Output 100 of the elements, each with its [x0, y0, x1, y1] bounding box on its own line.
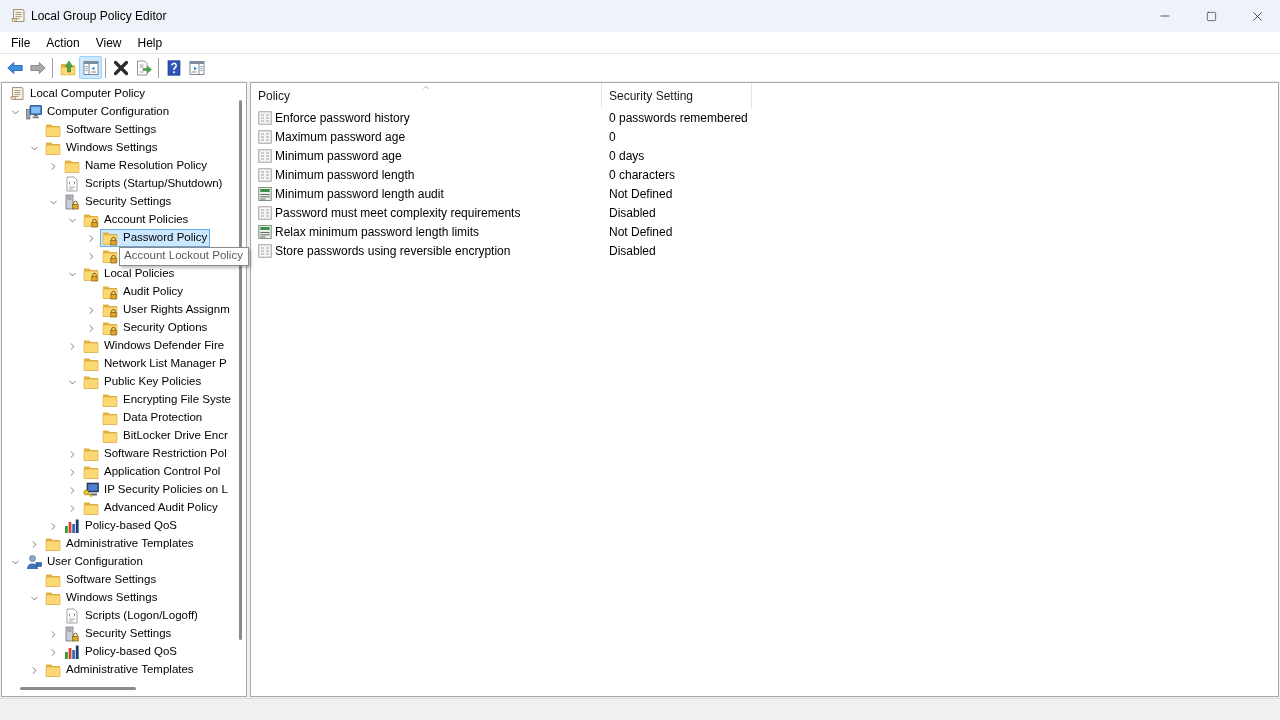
scrollbar-thumb[interactable] — [20, 686, 136, 690]
tree-item[interactable]: Account Policies — [81, 211, 192, 229]
folder-icon — [102, 410, 118, 426]
tree-item[interactable]: Administrative Templates — [43, 661, 197, 679]
tree-item[interactable]: Name Resolution Policy — [62, 157, 211, 175]
audit-document-icon — [258, 186, 272, 201]
policy-name: Minimum password age — [275, 147, 402, 165]
server-lock-icon — [64, 626, 80, 642]
policy-document-icon — [258, 129, 272, 144]
locked-folder-icon — [102, 320, 118, 336]
tree-item[interactable]: Policy-based QoS — [62, 643, 181, 661]
scroll-icon — [10, 8, 26, 24]
forward-arrow-icon — [29, 59, 46, 76]
maximize-icon — [1205, 10, 1217, 22]
tree-item[interactable]: Encrypting File Syste — [100, 391, 234, 409]
security-setting-value: 0 days — [608, 147, 646, 165]
tree-item[interactable]: Local Policies — [81, 265, 178, 283]
script-document-icon — [64, 176, 80, 192]
tree-item[interactable]: Audit Policy — [100, 283, 187, 301]
policy-name: Relax minimum password length limits — [275, 223, 480, 241]
policy-name: Store passwords using reversible encryption — [275, 242, 511, 260]
tree-item[interactable]: Security Settings — [62, 625, 175, 643]
tree-item[interactable]: Scripts (Logon/Logoff) — [62, 607, 201, 625]
tree-item[interactable]: Public Key Policies — [81, 373, 205, 391]
column-header[interactable]: Policy — [251, 83, 602, 108]
bar-chart-icon — [64, 518, 80, 534]
folder-icon — [83, 338, 99, 354]
monitor-key-icon — [83, 482, 99, 498]
tree-item[interactable]: Windows Defender Fire — [81, 337, 228, 355]
folder-icon — [45, 572, 61, 588]
tree-item[interactable]: Policy-based QoS — [62, 517, 181, 535]
tree-item[interactable]: Account Lockout Policy — [100, 247, 252, 265]
folder-icon — [102, 392, 118, 408]
tree-item[interactable]: Application Control Pol — [81, 463, 224, 481]
tree-item[interactable]: Software Settings — [43, 121, 160, 139]
policy-document-icon — [258, 110, 272, 125]
export-list-icon — [135, 59, 152, 76]
column-header[interactable]: Security Setting — [602, 83, 752, 108]
locked-folder-icon — [102, 284, 118, 300]
tree-item[interactable]: Computer Configuration — [24, 103, 173, 121]
security-setting-value: Disabled — [608, 204, 657, 222]
folder-icon — [45, 590, 61, 606]
folder-icon — [64, 158, 80, 174]
window-title: Local Group Policy Editor — [31, 8, 167, 25]
tree-item[interactable]: Network List Manager P — [81, 355, 230, 373]
folder-icon — [83, 374, 99, 390]
folder-icon — [45, 536, 61, 552]
folder-icon — [45, 122, 61, 138]
menu-item[interactable]: File — [3, 32, 39, 53]
tree-item[interactable]: Data Protection — [100, 409, 206, 427]
back-arrow-icon — [6, 59, 23, 76]
tree-item[interactable]: Scripts (Startup/Shutdown) — [62, 175, 226, 193]
policy-name: Password must meet complexity requirements — [275, 204, 521, 222]
security-setting-value: Not Defined — [608, 185, 674, 203]
policy-document-icon — [258, 148, 272, 163]
tree-item[interactable]: Administrative Templates — [43, 535, 197, 553]
sort-ascending-icon — [421, 83, 431, 92]
security-setting-value: Disabled — [608, 242, 657, 260]
help-icon — [165, 59, 182, 76]
split-window-icon — [82, 59, 99, 76]
tree-item[interactable]: Software Settings — [43, 571, 160, 589]
computer-icon — [26, 104, 42, 120]
tooltip: Account Lockout Policy — [119, 246, 249, 266]
locked-folder-icon — [102, 302, 118, 318]
tree-item[interactable]: Advanced Audit Policy — [81, 499, 221, 517]
tree-item[interactable]: Local Computer Policy — [7, 85, 149, 103]
folder-up-icon — [59, 59, 76, 76]
audit-document-icon — [258, 224, 272, 239]
policy-name: Minimum password length audit — [275, 185, 444, 203]
tree-item[interactable]: Windows Settings — [43, 589, 161, 607]
tree-item[interactable]: User Rights Assignm — [100, 301, 233, 319]
folder-icon — [83, 500, 99, 516]
menu-item[interactable]: Action — [38, 32, 88, 53]
policy-name: Maximum password age — [275, 128, 406, 146]
locked-folder-icon — [83, 212, 99, 228]
tree-item[interactable]: Software Restriction Pol — [81, 445, 230, 463]
policy-document-icon — [258, 243, 272, 258]
tree-item[interactable]: Windows Settings — [43, 139, 161, 157]
bar-chart-icon — [64, 644, 80, 660]
folder-icon — [45, 662, 61, 678]
menu-item[interactable]: View — [87, 32, 130, 53]
folder-icon — [83, 356, 99, 372]
window-side-pane-icon — [188, 59, 205, 76]
folder-icon — [45, 140, 61, 156]
menu-item[interactable]: Help — [129, 32, 171, 53]
tree-item[interactable]: IP Security Policies on L — [81, 481, 231, 499]
tree-item[interactable]: User Configuration — [24, 553, 146, 571]
policy-name: Minimum password length — [275, 166, 415, 184]
tree-item[interactable]: BitLocker Drive Encr — [100, 427, 231, 445]
locked-folder-icon — [83, 266, 99, 282]
security-setting-value: Not Defined — [608, 223, 674, 241]
script-document-icon — [64, 608, 80, 624]
tree-item[interactable]: Security Options — [100, 319, 211, 337]
delete-icon — [112, 59, 129, 76]
tree-item[interactable]: Password Policy — [100, 229, 211, 247]
locked-folder-icon — [102, 248, 118, 264]
security-setting-value: 0 characters — [608, 166, 677, 184]
policy-document-icon — [258, 167, 272, 182]
tree-item[interactable]: Security Settings — [62, 193, 175, 211]
folder-icon — [83, 464, 99, 480]
